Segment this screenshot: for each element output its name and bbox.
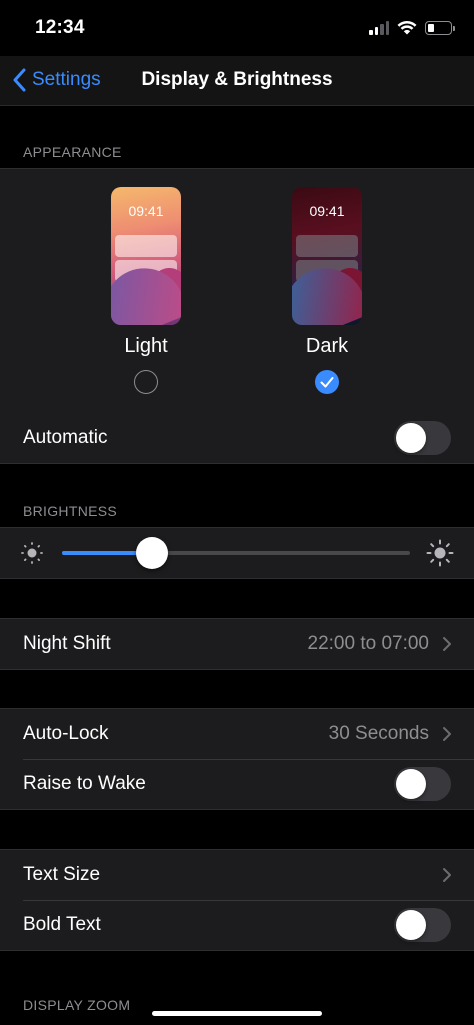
automatic-toggle[interactable] <box>394 421 451 455</box>
appearance-options: 09:41 Light 09:41 Dark <box>0 169 474 413</box>
brightness-slider-thumb[interactable] <box>136 537 168 569</box>
brightness-slider[interactable] <box>62 537 410 569</box>
auto-lock-value: 30 Seconds <box>328 723 429 744</box>
raise-to-wake-toggle[interactable] <box>394 767 451 801</box>
lock-group: Auto-Lock 30 Seconds Raise to Wake <box>0 708 474 810</box>
dark-preview-time: 09:41 <box>309 203 345 219</box>
bold-text-toggle[interactable] <box>394 908 451 942</box>
night-shift-group: Night Shift 22:00 to 07:00 <box>0 618 474 670</box>
bold-text-label: Bold Text <box>23 914 101 935</box>
toggle-knob <box>396 769 426 799</box>
appearance-section-header: APPEARANCE <box>23 144 122 160</box>
appearance-group: 09:41 Light 09:41 Dark Automatic <box>0 168 474 464</box>
auto-lock-label: Auto-Lock <box>23 723 109 744</box>
sun-large-icon <box>426 539 454 567</box>
chevron-right-icon <box>443 868 451 882</box>
checkmark-icon <box>320 377 334 388</box>
chevron-right-icon <box>443 727 451 741</box>
raise-to-wake-row: Raise to Wake <box>0 759 474 809</box>
automatic-label: Automatic <box>23 427 108 448</box>
battery-level <box>428 23 435 32</box>
dark-mode-preview[interactable]: 09:41 <box>292 187 362 325</box>
preview-notification <box>115 235 177 257</box>
status-time: 12:34 <box>35 17 85 38</box>
text-group: Text Size Bold Text <box>0 849 474 951</box>
text-size-row[interactable]: Text Size <box>0 850 474 900</box>
bold-text-row: Bold Text <box>0 900 474 950</box>
auto-lock-row[interactable]: Auto-Lock 30 Seconds <box>0 709 474 759</box>
display-zoom-section-header: DISPLAY ZOOM <box>23 997 131 1013</box>
brightness-section-header: BRIGHTNESS <box>23 503 118 519</box>
raise-to-wake-label: Raise to Wake <box>23 773 146 794</box>
night-shift-value: 22:00 to 07:00 <box>307 633 430 654</box>
toggle-knob <box>396 910 426 940</box>
navigation-bar: Settings Display & Brightness <box>0 56 474 106</box>
light-preview-time: 09:41 <box>128 203 164 219</box>
status-icons <box>369 20 455 35</box>
light-option-label: Light <box>124 335 168 357</box>
text-size-label: Text Size <box>23 864 101 885</box>
night-shift-row[interactable]: Night Shift 22:00 to 07:00 <box>0 619 474 669</box>
brightness-row <box>0 528 474 578</box>
home-indicator[interactable] <box>152 1011 322 1016</box>
cellular-signal-icon <box>369 20 389 35</box>
dark-option-label: Dark <box>305 335 349 357</box>
dark-radio-button[interactable] <box>315 370 339 394</box>
appearance-option-dark[interactable]: 09:41 Dark <box>292 187 362 394</box>
page-title: Display & Brightness <box>141 69 333 90</box>
battery-icon <box>425 20 455 35</box>
sun-small-icon <box>21 542 43 564</box>
wifi-icon <box>397 20 417 35</box>
light-mode-preview[interactable]: 09:41 <box>111 187 181 325</box>
preview-notification <box>296 235 358 257</box>
chevron-right-icon <box>443 637 451 651</box>
brightness-group <box>0 527 474 579</box>
toggle-knob <box>396 423 426 453</box>
appearance-option-light[interactable]: 09:41 Light <box>111 187 181 394</box>
automatic-row: Automatic <box>0 413 474 463</box>
status-bar: 12:34 <box>0 0 474 56</box>
light-radio-button[interactable] <box>134 370 158 394</box>
night-shift-label: Night Shift <box>23 633 111 654</box>
